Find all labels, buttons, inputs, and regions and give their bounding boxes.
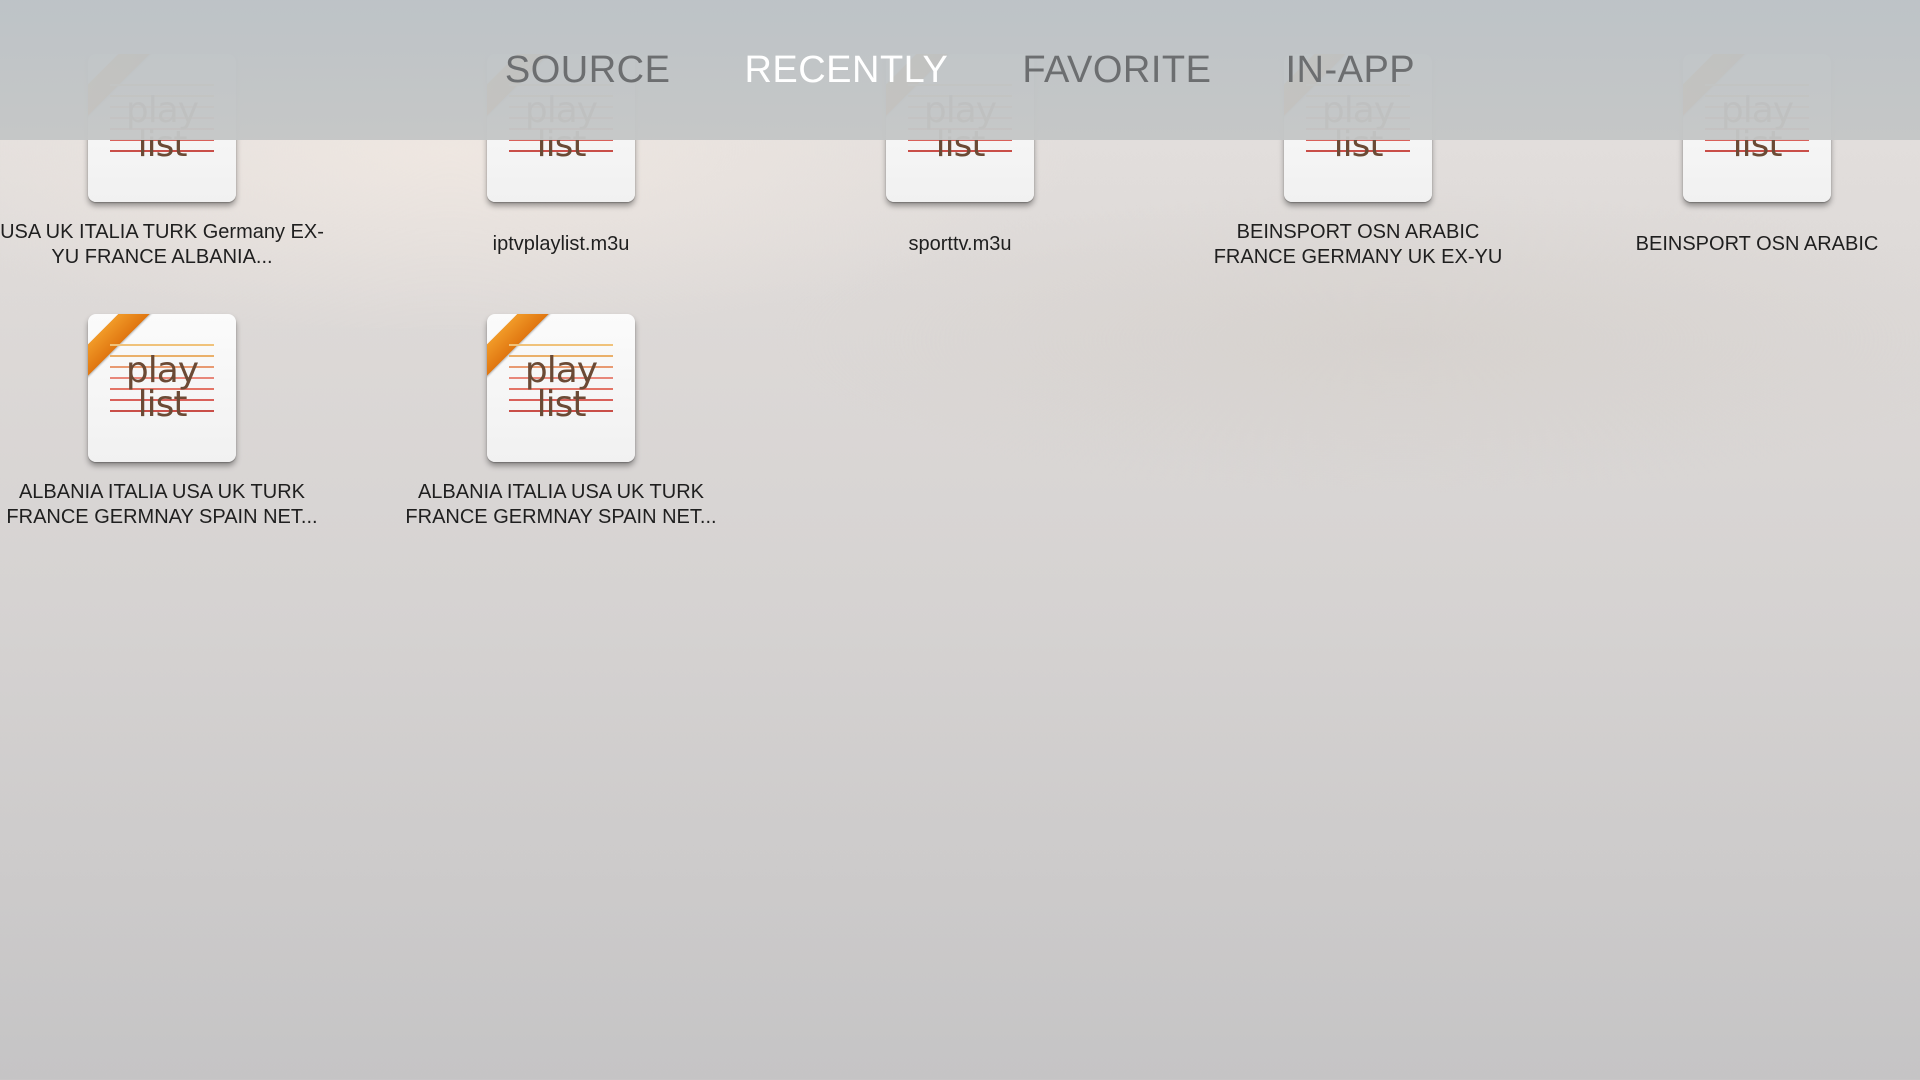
tab-source[interactable]: SOURCE	[468, 48, 708, 92]
playlist-title: ALBANIA ITALIA USA UK TURK FRANCE GERMNA…	[6, 481, 318, 528]
playlist-grid: play list USA UK ITALIA TURK Germany EX-…	[0, 0, 1920, 1080]
playlist-item[interactable]: play list ALBANIA ITALIA USA UK TURK FRA…	[381, 314, 741, 530]
playlist-icon-word-top: play	[524, 350, 598, 391]
ruled-line	[110, 344, 214, 346]
playlist-title: USA UK ITALIA TURK Germany EX-YU FRANCE …	[0, 221, 324, 268]
playlist-title: BEINSPORT OSN ARABIC FRANCE GERMANY UK E…	[1213, 221, 1503, 268]
playlist-icon: play list	[487, 314, 635, 462]
playlist-title: BEINSPORT OSN ARABIC	[1635, 233, 1879, 255]
playlist-icon: play list	[88, 314, 236, 462]
playlist-title: sporttv.m3u	[908, 233, 1012, 255]
playlist-icon-word-top: play	[125, 350, 199, 391]
playlist-title: iptvplaylist.m3u	[492, 233, 630, 255]
tab-list: SOURCE RECENTLY FAVORITE IN-APP	[0, 48, 1920, 92]
playlist-title: ALBANIA ITALIA USA UK TURK FRANCE GERMNA…	[405, 481, 717, 528]
playlist-item[interactable]: play list ALBANIA ITALIA USA UK TURK FRA…	[0, 314, 342, 530]
playlist-icon-word-bottom: list	[536, 384, 587, 425]
tab-in-app[interactable]: IN-APP	[1248, 48, 1452, 92]
top-tab-bar: SOURCE RECENTLY FAVORITE IN-APP	[0, 0, 1920, 140]
ruled-line	[509, 344, 613, 346]
playlist-icon-word-bottom: list	[137, 384, 188, 425]
tab-favorite[interactable]: FAVORITE	[985, 48, 1248, 92]
tab-recently[interactable]: RECENTLY	[707, 48, 985, 92]
